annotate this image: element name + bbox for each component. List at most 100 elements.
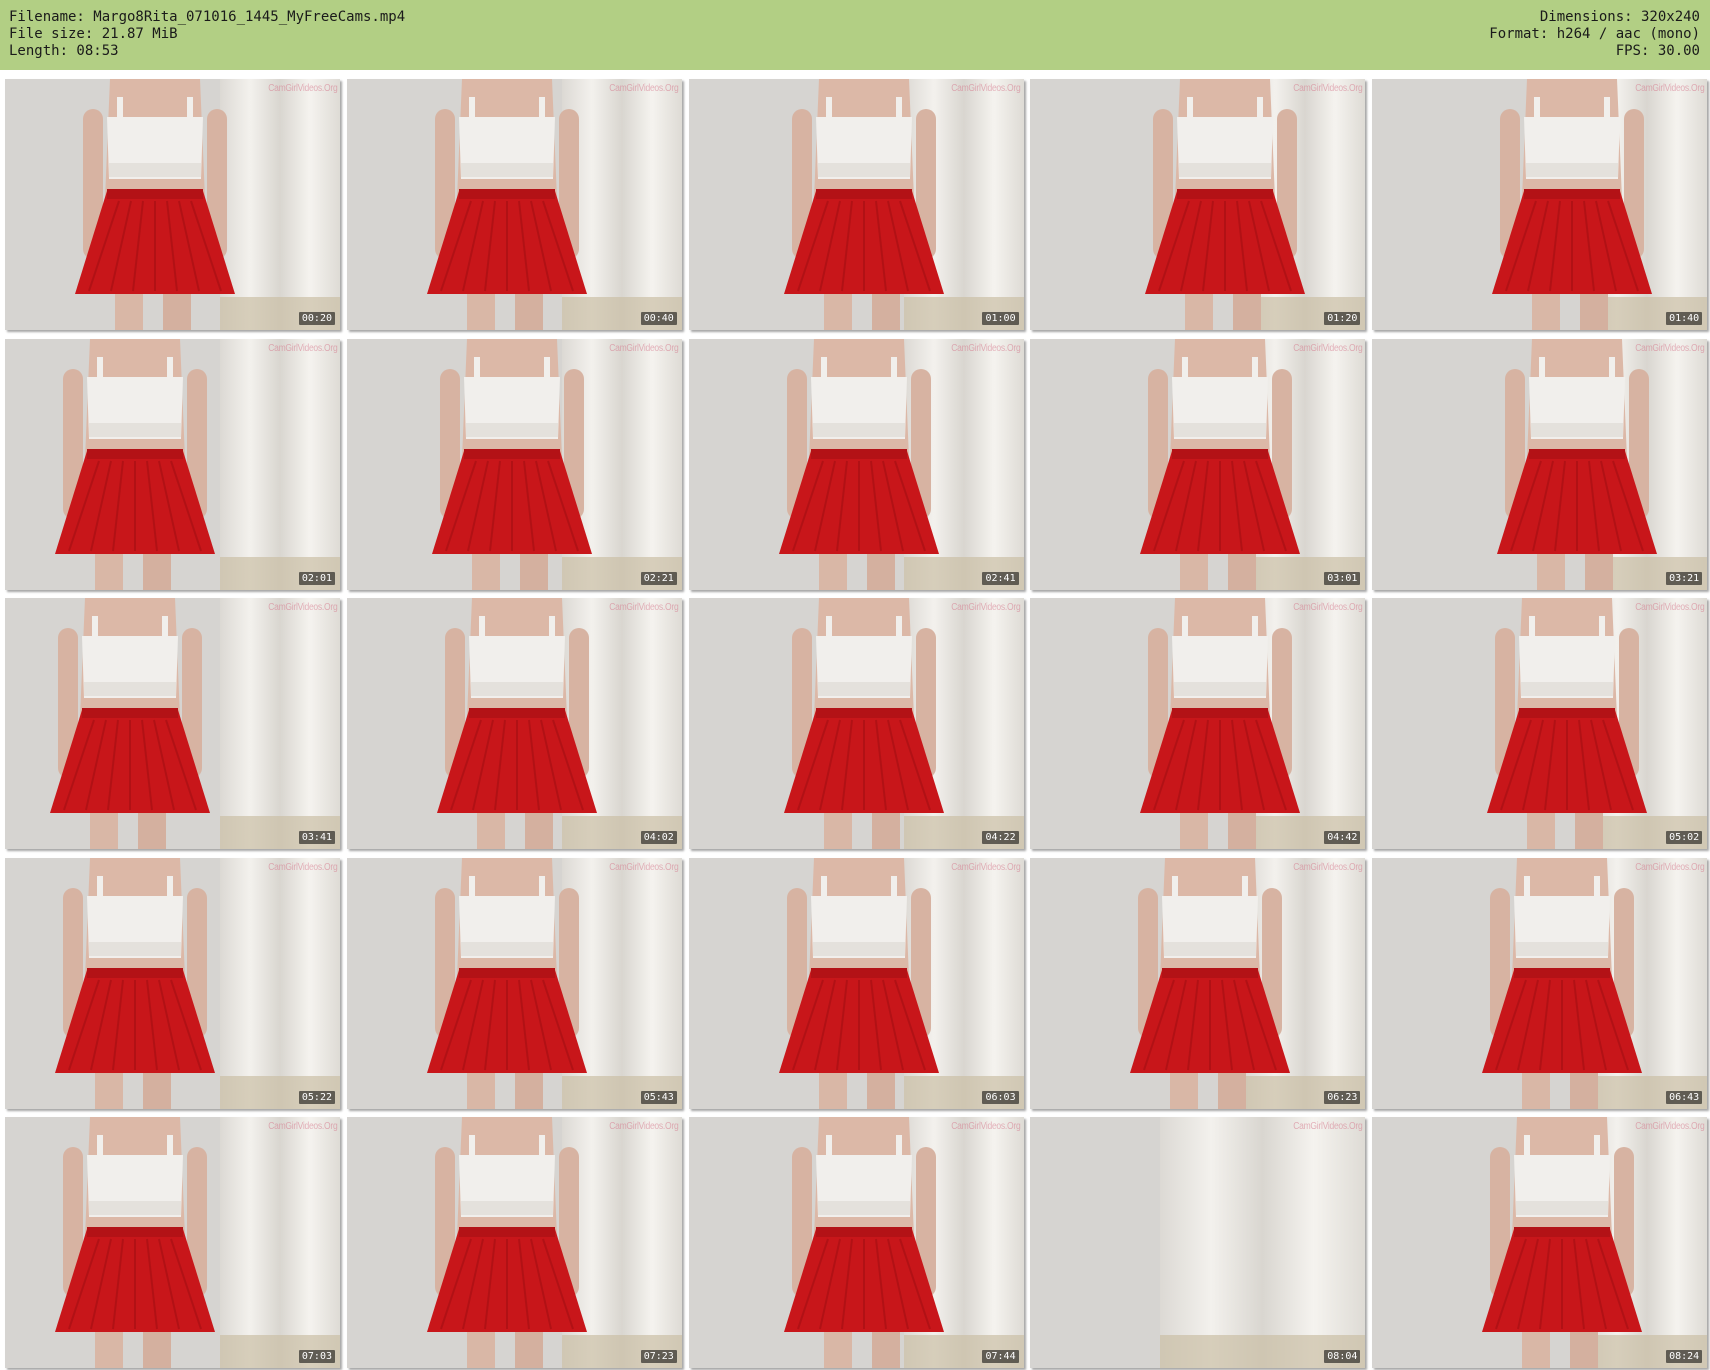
frame-image — [1030, 338, 1366, 590]
frame-image — [1030, 598, 1366, 849]
video-thumbnail: CamGirlVideos.Org 05:43 — [346, 857, 682, 1109]
watermark-text: CamGirlVideos.Org — [1293, 861, 1363, 873]
timestamp-label: 07:23 — [640, 1350, 677, 1363]
timestamp-label: 07:03 — [298, 1350, 335, 1363]
frame-image — [5, 1117, 340, 1368]
frame-image — [346, 79, 682, 330]
video-thumbnail: CamGirlVideos.Org 03:01 — [1030, 338, 1366, 590]
video-thumbnail: CamGirlVideos.Org 04:02 — [346, 598, 682, 849]
timestamp-label: 02:21 — [640, 571, 677, 585]
video-thumbnail: CamGirlVideos.Org 08:24 — [1372, 1117, 1708, 1368]
frame-image — [1030, 1117, 1366, 1368]
frame-image — [1372, 79, 1708, 330]
watermark-text: CamGirlVideos.Org — [1634, 602, 1705, 613]
watermark-text: CamGirlVideos.Org — [609, 83, 679, 94]
watermark-text: CamGirlVideos.Org — [951, 342, 1021, 354]
watermark-text: CamGirlVideos.Org — [609, 602, 679, 613]
watermark-text: CamGirlVideos.Org — [1634, 861, 1705, 873]
info-header: Filename: Margo8Rita_071016_1445_MyFreeC… — [0, 0, 1710, 70]
watermark-text: CamGirlVideos.Org — [951, 83, 1021, 94]
watermark-text: CamGirlVideos.Org — [1293, 83, 1363, 94]
watermark-text: CamGirlVideos.Org — [267, 342, 337, 354]
watermark-text: CamGirlVideos.Org — [951, 602, 1021, 613]
watermark-text: CamGirlVideos.Org — [267, 602, 337, 613]
timestamp-label: 06:03 — [982, 1090, 1019, 1104]
timestamp-label: 04:02 — [640, 831, 677, 844]
frame-image — [346, 338, 682, 590]
watermark-text: CamGirlVideos.Org — [609, 861, 679, 873]
frame-image — [346, 598, 682, 849]
watermark-text: CamGirlVideos.Org — [609, 342, 679, 354]
timestamp-label: 02:01 — [298, 571, 335, 585]
frame-image — [1372, 598, 1708, 849]
timestamp-label: 05:22 — [298, 1090, 335, 1104]
frame-image — [5, 857, 340, 1109]
video-thumbnail: CamGirlVideos.Org 01:40 — [1372, 79, 1708, 330]
frame-image — [1372, 338, 1708, 590]
watermark-text: CamGirlVideos.Org — [609, 1121, 679, 1132]
video-thumbnail: CamGirlVideos.Org 08:04 — [1030, 1117, 1366, 1368]
dimensions-text: Dimensions: 320x240 — [1539, 9, 1700, 25]
timestamp-label: 03:21 — [1666, 571, 1703, 585]
timestamp-label: 01:40 — [1666, 312, 1703, 325]
watermark-text: CamGirlVideos.Org — [1634, 342, 1705, 354]
filesize-text: File size: 21.87 MiB — [9, 26, 178, 42]
watermark-text: CamGirlVideos.Org — [1293, 342, 1363, 354]
video-thumbnail: CamGirlVideos.Org 02:41 — [688, 338, 1024, 590]
video-thumbnail: CamGirlVideos.Org 05:22 — [5, 857, 340, 1109]
frame-image — [688, 857, 1024, 1109]
frame-image — [688, 1117, 1024, 1368]
watermark-text: CamGirlVideos.Org — [951, 1121, 1021, 1132]
video-thumbnail: CamGirlVideos.Org 07:23 — [346, 1117, 682, 1368]
frame-image — [688, 79, 1024, 330]
video-thumbnail: CamGirlVideos.Org 05:02 — [1372, 598, 1708, 849]
frame-image — [346, 1117, 682, 1368]
video-info: Dimensions: 320x240 Format: h264 / aac (… — [1489, 9, 1700, 60]
watermark-text: CamGirlVideos.Org — [267, 83, 337, 94]
video-thumbnail: CamGirlVideos.Org 06:43 — [1372, 857, 1708, 1109]
frame-image — [1030, 79, 1366, 330]
timestamp-label: 03:01 — [1324, 571, 1361, 585]
video-thumbnail: CamGirlVideos.Org 00:20 — [5, 79, 340, 330]
timestamp-label: 01:20 — [1324, 312, 1361, 325]
timestamp-label: 00:20 — [298, 312, 335, 325]
video-thumbnail: CamGirlVideos.Org 03:21 — [1372, 338, 1708, 590]
frame-image — [688, 598, 1024, 849]
watermark-text: CamGirlVideos.Org — [1634, 83, 1705, 94]
frame-image — [1372, 857, 1708, 1109]
watermark-text: CamGirlVideos.Org — [267, 861, 337, 873]
frame-image — [688, 338, 1024, 590]
video-thumbnail: CamGirlVideos.Org 06:23 — [1030, 857, 1366, 1109]
video-thumbnail: CamGirlVideos.Org 04:22 — [688, 598, 1024, 849]
format-text: Format: h264 / aac (mono) — [1489, 26, 1700, 42]
frame-image — [5, 338, 340, 590]
timestamp-label: 06:23 — [1324, 1090, 1361, 1104]
timestamp-label: 00:40 — [640, 312, 677, 325]
watermark-text: CamGirlVideos.Org — [1634, 1121, 1705, 1132]
timestamp-label: 06:43 — [1666, 1090, 1703, 1104]
filename-text: Filename: Margo8Rita_071016_1445_MyFreeC… — [9, 9, 406, 25]
watermark-text: CamGirlVideos.Org — [1293, 1121, 1363, 1132]
frame-image — [346, 857, 682, 1109]
timestamp-label: 05:02 — [1666, 831, 1703, 844]
video-thumbnail: CamGirlVideos.Org 01:00 — [688, 79, 1024, 330]
file-info: Filename: Margo8Rita_071016_1445_MyFreeC… — [9, 9, 405, 60]
video-thumbnail: CamGirlVideos.Org 01:20 — [1030, 79, 1366, 330]
frame-image — [1372, 1117, 1708, 1368]
timestamp-label: 04:22 — [982, 831, 1019, 844]
fps-text: FPS: 30.00 — [1615, 43, 1700, 59]
timestamp-label: 03:41 — [298, 831, 335, 844]
watermark-text: CamGirlVideos.Org — [267, 1121, 337, 1132]
video-thumbnail: CamGirlVideos.Org 00:40 — [346, 79, 682, 330]
video-thumbnail: CamGirlVideos.Org 02:01 — [5, 338, 340, 590]
video-thumbnail: CamGirlVideos.Org 02:21 — [346, 338, 682, 590]
timestamp-label: 08:04 — [1324, 1350, 1361, 1363]
video-thumbnail: CamGirlVideos.Org 07:44 — [688, 1117, 1024, 1368]
timestamp-label: 07:44 — [982, 1350, 1019, 1363]
timestamp-label: 02:41 — [982, 571, 1019, 585]
timestamp-label: 04:42 — [1324, 831, 1361, 844]
watermark-text: CamGirlVideos.Org — [951, 861, 1021, 873]
frame-image — [1030, 857, 1366, 1109]
thumbnail-grid: CamGirlVideos.Org 00:20 CamGirlVideos.Org 0… — [5, 79, 1708, 1368]
frame-image — [5, 79, 340, 330]
